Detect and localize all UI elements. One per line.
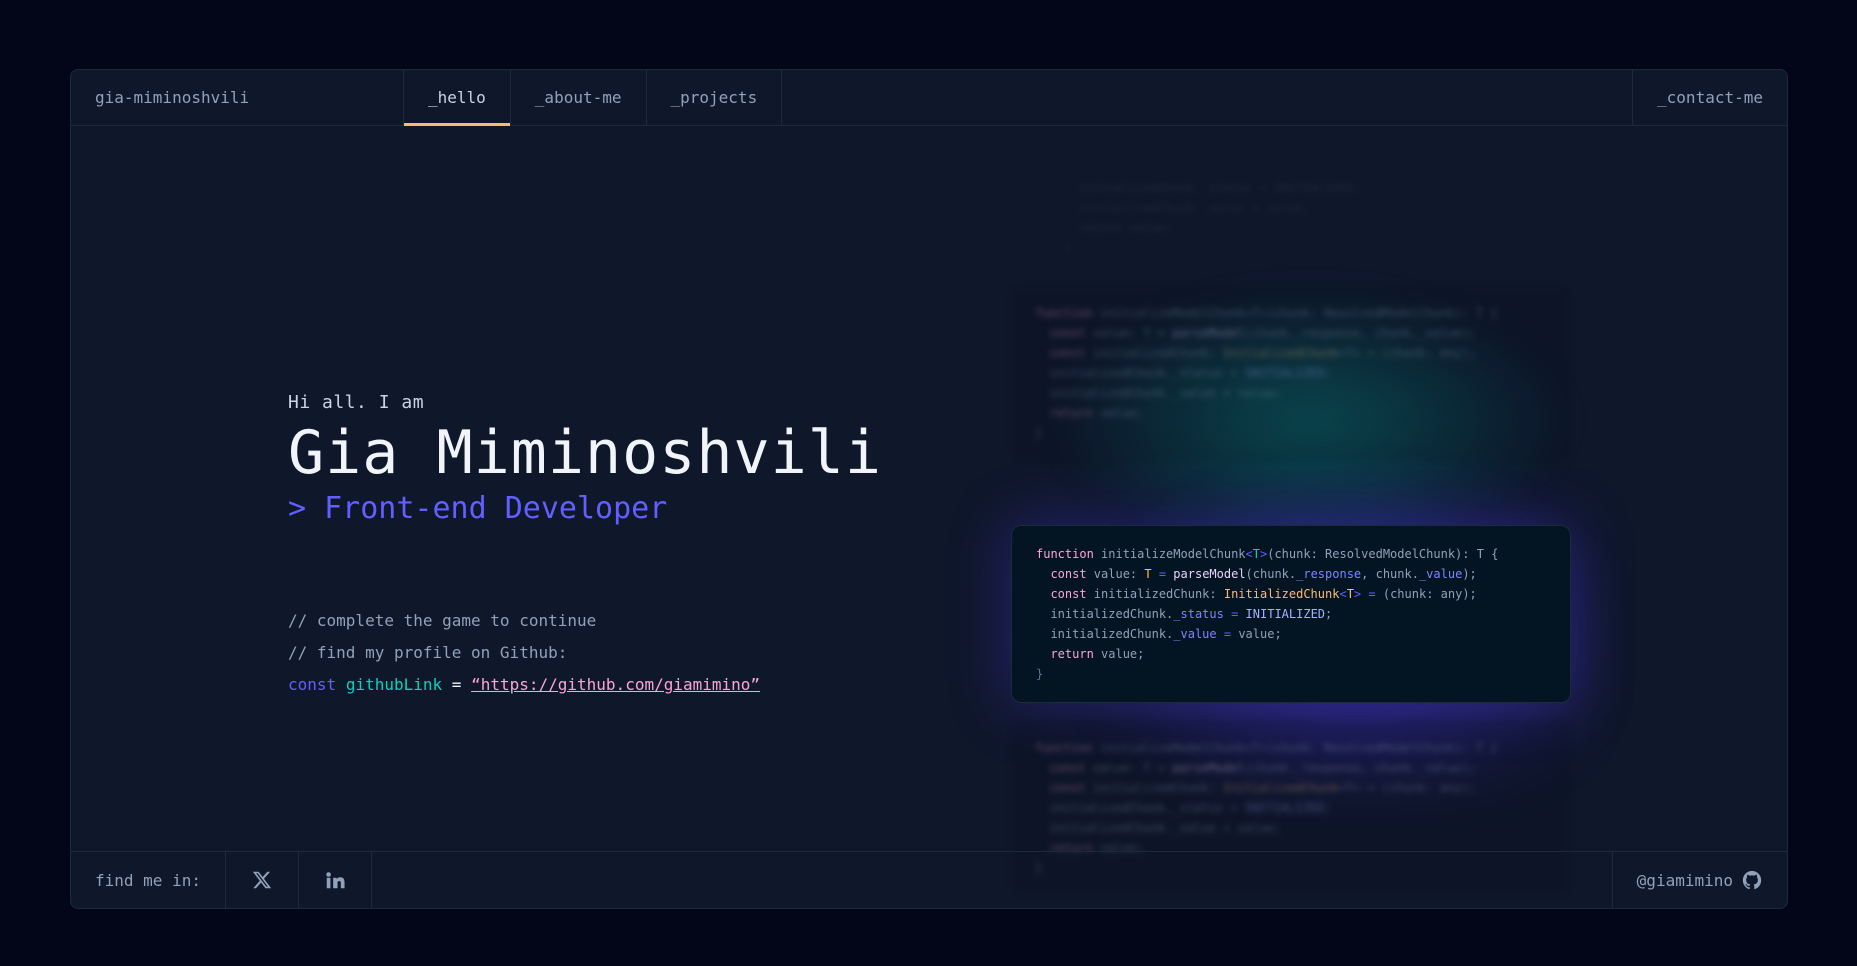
footer-bar: find me in: @giamimino [71, 851, 1787, 908]
tab-contact-me-label: _contact-me [1657, 88, 1763, 107]
github-link-line: const githubLink = “https://github.com/g… [288, 669, 882, 701]
footer-spacer [372, 852, 1612, 908]
hero-section: Hi all. I am Gia Miminoshvili > Front-en… [288, 392, 882, 701]
github-link-variable: githubLink [345, 675, 443, 694]
comment-game: // complete the game to continue [288, 611, 597, 630]
hero-name: Gia Miminoshvili [288, 418, 882, 488]
tab-projects[interactable]: _projects [647, 70, 783, 125]
x-twitter-link[interactable] [226, 852, 299, 908]
linkedin-icon [326, 872, 345, 889]
tab-hello[interactable]: _hello [404, 70, 511, 126]
equals-sign: = [451, 675, 462, 694]
github-handle: @giamimino [1636, 870, 1733, 890]
github-profile-link[interactable]: @giamimino [1611, 852, 1787, 908]
top-nav: gia-miminoshvili _hello _about-me _proje… [71, 70, 1787, 126]
tab-about-me[interactable]: _about-me [511, 70, 647, 125]
code-preview: initializedChunk._status = INITIALIZED; … [1011, 170, 1631, 908]
code-card-blurred-top: function initializeModelChunk<T>(chunk: … [1011, 285, 1571, 461]
linkedin-link[interactable] [299, 852, 372, 908]
greeting-text: Hi all. I am [288, 392, 425, 413]
x-twitter-icon [252, 871, 272, 889]
portfolio-window: gia-miminoshvili _hello _about-me _proje… [70, 69, 1788, 909]
tab-about-me-label: _about-me [534, 88, 622, 107]
brand-name: gia-miminoshvili [71, 70, 404, 125]
github-icon [1742, 870, 1762, 890]
find-me-label: find me in: [71, 852, 226, 908]
tab-contact-me[interactable]: _contact-me [1632, 70, 1787, 125]
tab-hello-label: _hello [428, 88, 486, 107]
code-card-main: function initializeModelChunk<T>(chunk: … [1011, 525, 1571, 703]
code-card-faded-top: initializedChunk._status = INITIALIZED; … [1063, 181, 1361, 255]
tab-projects-label: _projects [670, 88, 758, 107]
const-keyword: const [288, 675, 337, 694]
comment-github: // find my profile on Github: [288, 643, 568, 662]
hero-role: > Front-end Developer [288, 491, 668, 526]
github-link[interactable]: “https://github.com/giamimino” [471, 675, 760, 694]
hero-code-block: // complete the game to continue // find… [288, 605, 882, 701]
